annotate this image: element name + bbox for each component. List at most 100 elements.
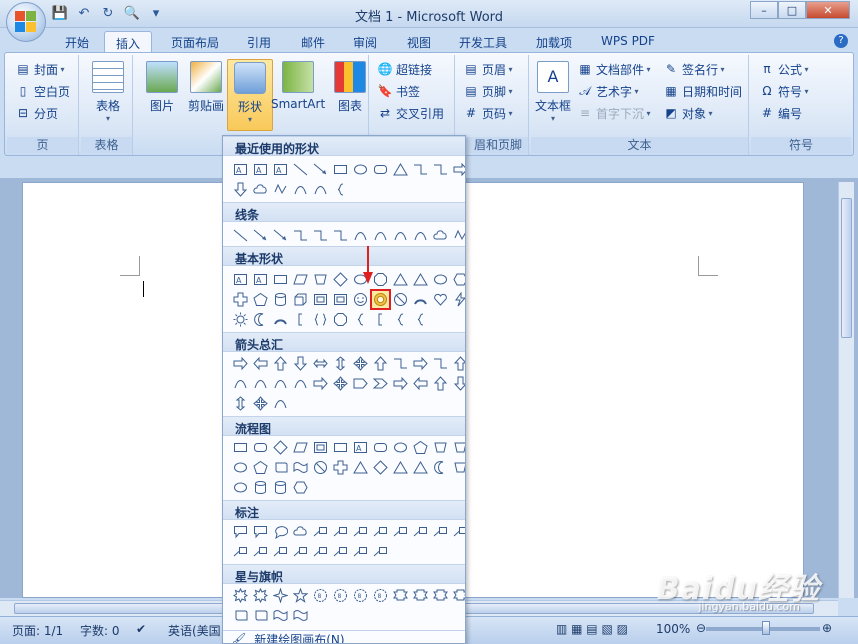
arrowline-shape[interactable] (271, 226, 290, 245)
date-time-button[interactable]: ▦ 日期和时间 (663, 81, 742, 101)
language-indicator[interactable]: 英语(美国 (168, 622, 221, 639)
symbol-button[interactable]: Ω 符号 ▾ (759, 81, 808, 101)
wave-shape[interactable] (291, 458, 310, 477)
arrowR-shape[interactable] (311, 374, 330, 393)
hex-shape[interactable] (451, 270, 465, 289)
smiley-shape[interactable] (351, 290, 370, 309)
zoom-out-icon[interactable]: ⊖ (696, 621, 706, 635)
textbox-shape[interactable]: A (231, 160, 250, 179)
tab-wps-pdf[interactable]: WPS PDF (590, 31, 666, 53)
arrowU-shape[interactable] (431, 374, 450, 393)
ribbon-shape[interactable] (431, 586, 450, 605)
freeform-shape[interactable] (451, 226, 465, 245)
pentarrow-shape[interactable] (351, 374, 370, 393)
seal-shape[interactable]: 8 (371, 586, 390, 605)
blank-page-button[interactable]: ▯ 空白页 (15, 81, 70, 101)
nosymbol-shape[interactable] (311, 458, 330, 477)
arrowD-shape[interactable] (291, 354, 310, 373)
scroll-shape[interactable] (251, 606, 270, 625)
triangle-shape[interactable] (351, 458, 370, 477)
vertical-scroll-thumb[interactable] (841, 198, 852, 338)
roundrect-shape[interactable] (371, 160, 390, 179)
text-box-button[interactable]: A 文本框 ▾ (533, 59, 573, 131)
octagon-shape[interactable] (331, 310, 350, 329)
minimize-button[interactable]: – (750, 1, 778, 19)
callout-shape[interactable] (231, 522, 250, 541)
maximize-button[interactable]: □ (778, 1, 806, 19)
linecall-shape[interactable] (311, 542, 330, 561)
curve-shape[interactable] (411, 226, 430, 245)
ovalcall-shape[interactable] (271, 522, 290, 541)
arc-shape[interactable] (411, 290, 430, 309)
textbox-shape[interactable]: A (231, 270, 250, 289)
equation-button[interactable]: π 公式 ▾ (759, 59, 808, 79)
bracket-shape[interactable] (291, 310, 310, 329)
seal-shape[interactable]: 8 (331, 586, 350, 605)
sun-shape[interactable] (231, 310, 250, 329)
linecall-shape[interactable] (351, 522, 370, 541)
chevron-shape[interactable] (371, 374, 390, 393)
view-buttons[interactable]: ▥ ▦ ▤ ▧ ▨ (556, 622, 628, 636)
smartart-button[interactable]: SmartArt (271, 59, 325, 131)
elbow-shape[interactable] (291, 226, 310, 245)
help-icon[interactable]: ? (834, 34, 848, 48)
line-shape[interactable] (231, 226, 250, 245)
moon-shape[interactable] (251, 310, 270, 329)
curve-shape[interactable] (251, 374, 270, 393)
arrowR-shape[interactable] (231, 354, 250, 373)
arrowU-shape[interactable] (451, 354, 465, 373)
new-drawing-canvas-item[interactable]: 🖌 新建绘图画布(N) (223, 630, 465, 643)
star4-shape[interactable] (271, 586, 290, 605)
linecall-shape[interactable] (431, 522, 450, 541)
trap-shape[interactable] (451, 458, 465, 477)
zoom-level[interactable]: 100% (656, 622, 690, 636)
curve-shape[interactable] (291, 374, 310, 393)
hex-shape[interactable] (291, 478, 310, 497)
scroll-shape[interactable] (271, 458, 290, 477)
arrowD-shape[interactable] (451, 374, 465, 393)
picture-button[interactable]: 图片 (139, 59, 185, 131)
arrowU-shape[interactable] (271, 354, 290, 373)
callout-shape[interactable] (251, 522, 270, 541)
pent-shape[interactable] (251, 458, 270, 477)
tab-view[interactable]: 视图 (396, 31, 442, 53)
curve-shape[interactable] (231, 374, 250, 393)
page-break-button[interactable]: ⊟ 分页 (15, 103, 58, 123)
drop-cap-button[interactable]: ≡ 首字下沉 ▾ (577, 103, 651, 123)
wave-shape[interactable] (271, 606, 290, 625)
linecall-shape[interactable] (271, 542, 290, 561)
linecall-shape[interactable] (371, 542, 390, 561)
linecall-shape[interactable] (331, 522, 350, 541)
linecall-shape[interactable] (451, 522, 465, 541)
line-shape[interactable] (291, 160, 310, 179)
signature-line-button[interactable]: ✎ 签名行 ▾ (663, 59, 725, 79)
moon-shape[interactable] (431, 458, 450, 477)
quad-shape[interactable] (331, 374, 350, 393)
header-button[interactable]: ▤ 页眉 ▾ (463, 59, 512, 79)
cross-shape[interactable] (331, 458, 350, 477)
elbow-shape[interactable] (331, 226, 350, 245)
table-button[interactable]: 表格 ▾ (85, 59, 131, 131)
elbow-shape[interactable] (311, 226, 330, 245)
quad-shape[interactable] (351, 354, 370, 373)
roundrect-shape[interactable] (371, 438, 390, 457)
quick-parts-button[interactable]: ▦ 文档部件 ▾ (577, 59, 650, 79)
tab-mailings[interactable]: 邮件 (290, 31, 336, 53)
star5-shape[interactable] (291, 586, 310, 605)
bracket-shape[interactable] (371, 310, 390, 329)
can-shape[interactable] (271, 290, 290, 309)
seal-shape[interactable]: 8 (351, 586, 370, 605)
arrowL-shape[interactable] (251, 354, 270, 373)
bevel-shape[interactable] (311, 290, 330, 309)
burst-shape[interactable] (251, 586, 270, 605)
para-shape[interactable] (291, 438, 310, 457)
triangle-shape[interactable] (391, 458, 410, 477)
page-number-button[interactable]: # 页码 ▾ (463, 103, 513, 123)
donut-shape[interactable] (370, 289, 391, 310)
arrowUD-shape[interactable] (231, 394, 250, 413)
close-button[interactable]: ✕ (806, 1, 850, 19)
linecall-shape[interactable] (411, 522, 430, 541)
nosymbol-shape[interactable] (391, 290, 410, 309)
curve-shape[interactable] (391, 226, 410, 245)
tab-page-layout[interactable]: 页面布局 (160, 31, 230, 53)
